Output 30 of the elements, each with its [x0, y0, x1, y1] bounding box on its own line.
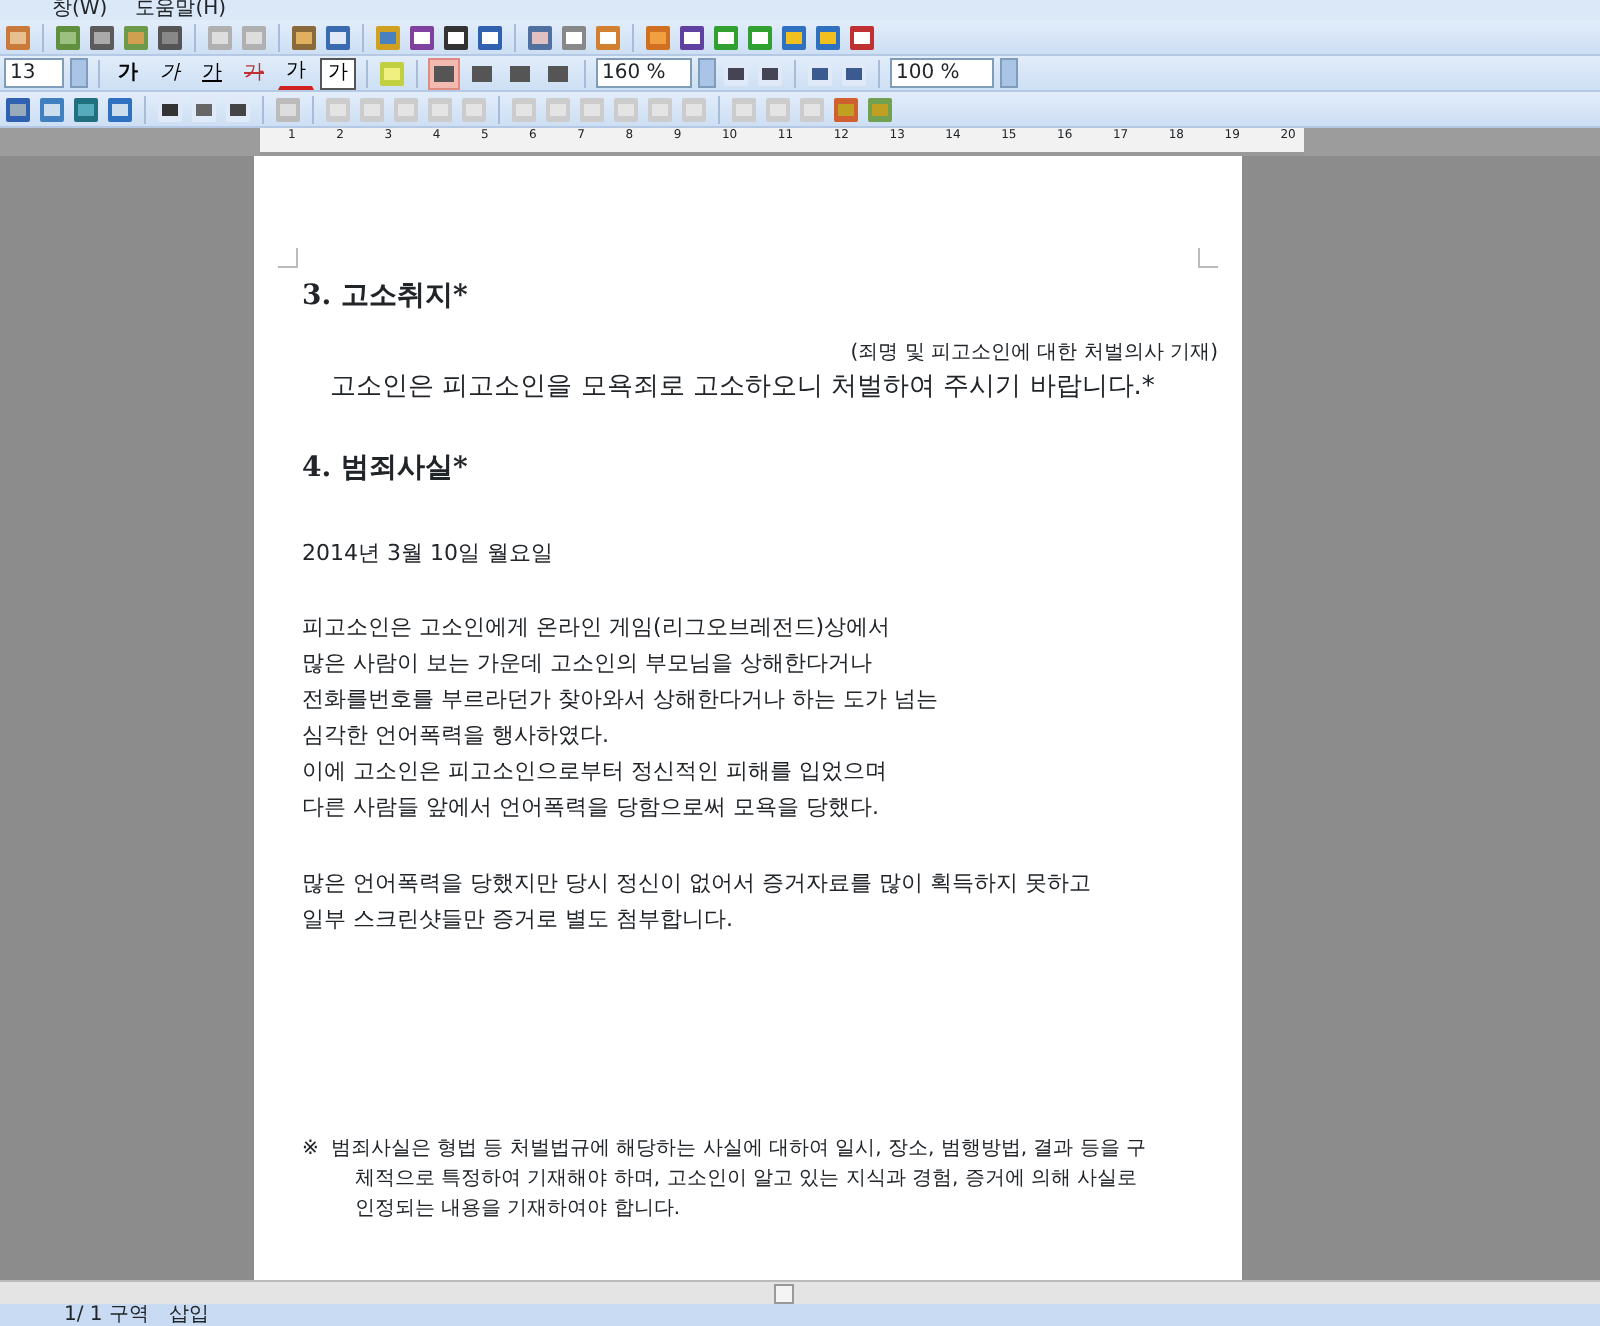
- horizontal-scrollbar[interactable]: [0, 1280, 1600, 1304]
- zoom-field[interactable]: 100 %: [890, 58, 994, 88]
- section-heading: 3. 고소취지*: [302, 278, 470, 316]
- char-shape-button[interactable]: 가: [320, 57, 356, 89]
- paragraph-line: 피고소인은 고소인에게 온라인 게임(리그오브레전드)상에서: [302, 612, 893, 644]
- footnote-line: 범죄사실은 형법 등 처벌법규에 해당하는 사실에 대하여 일시, 장소, 범행방법, 결과 등을 구: [330, 1136, 1147, 1164]
- footnote-line: 체적으로 특정하여 기재해야 하며, 고소인이 알고 있는 지식과 경험, 증거에 의해 사실로: [352, 1166, 1140, 1194]
- date-text: 2014년 3월 10일 월요일: [302, 537, 555, 569]
- paragraph-line: 일부 스크린샷들만 증거로 별도 첨부합니다.: [302, 904, 735, 936]
- align-button[interactable]: [428, 57, 460, 89]
- line-spacing-field[interactable]: 160 %: [596, 58, 692, 88]
- font-size-field[interactable]: 13: [4, 58, 64, 88]
- scroll-thumb[interactable]: [774, 1283, 794, 1303]
- paragraph-line: 심각한 언어폭력을 행사하였다.: [302, 720, 611, 752]
- format-button[interactable]: 가: [236, 57, 272, 89]
- mode-status: 삽입: [168, 1304, 209, 1326]
- note-text: (죄명 및 피고소인에 대한 처벌의사 기재): [848, 340, 1218, 368]
- paragraph-line: 다른 사람들 앞에서 언어폭력을 당함으로써 모욕을 당했다.: [302, 792, 881, 824]
- format-button[interactable]: 가: [110, 57, 146, 89]
- reference-mark: ※: [302, 1136, 319, 1164]
- format-button[interactable]: 가: [152, 57, 188, 89]
- section-heading: 4. 범죄사실*: [302, 449, 470, 487]
- paragraph-line: 전화를번호를 부르라던가 찾아와서 상해한다거나 하는 도가 넘는: [302, 684, 940, 716]
- paragraph-text: 고소인은 피고소인을 모욕죄로 고소하오니 처벌하여 주시기 바랍니다.*: [330, 370, 1157, 406]
- paragraph-line: 많은 사람이 보는 가운데 고소인의 부모님을 상해한다거나: [302, 648, 874, 680]
- paragraph-line: 많은 언어폭력을 당했지만 당시 정신이 없어서 증거자료를 많이 획득하지 못하고: [302, 868, 1093, 900]
- footnote-line: 인정되는 내용을 기재하여야 합니다.: [352, 1196, 683, 1224]
- format-button[interactable]: 가: [194, 57, 230, 89]
- page-status: 1/ 1 구역: [64, 1304, 149, 1326]
- paragraph-line: 이에 고소인은 피고소인으로부터 정신적인 피해를 입었으며: [302, 756, 889, 788]
